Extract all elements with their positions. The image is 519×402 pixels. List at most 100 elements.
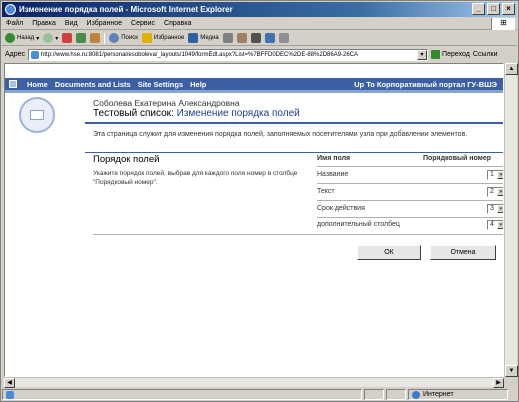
form-divider bbox=[93, 234, 503, 235]
column-header-order: Порядковый номер bbox=[423, 155, 491, 162]
row-divider bbox=[317, 200, 503, 201]
home-icon[interactable] bbox=[90, 33, 101, 43]
globe-icon bbox=[412, 390, 420, 399]
section-title: Порядок полей bbox=[93, 154, 160, 165]
sharepoint-top-nav: Home Documents and Lists Site Settings H… bbox=[5, 78, 503, 90]
search-icon bbox=[109, 33, 120, 43]
field-row: Текст 2 ▾ bbox=[317, 187, 503, 199]
column-header-name: Имя поля bbox=[317, 155, 351, 162]
toolbar-separator bbox=[104, 32, 106, 44]
refresh-icon[interactable] bbox=[76, 33, 87, 43]
nav-band bbox=[5, 90, 503, 93]
site-logo bbox=[19, 97, 55, 133]
user-name: Соболева Екатерина Александровна bbox=[93, 98, 240, 108]
horizontal-scrollbar[interactable]: ◀ ▶ bbox=[4, 377, 504, 388]
close-button[interactable]: × bbox=[502, 3, 515, 15]
page-title: Тестовый список: Изменение порядка полей bbox=[93, 108, 300, 119]
menu-edit[interactable]: Правка bbox=[32, 20, 56, 27]
field-name: Название bbox=[317, 171, 349, 178]
address-bar: Адрес http://www.hse.ru:8081/personal/es… bbox=[2, 47, 517, 62]
status-text bbox=[2, 389, 362, 400]
go-button[interactable]: Переход bbox=[431, 50, 470, 59]
section-description: Укажите порядок полей, выбрав для каждог… bbox=[93, 170, 298, 186]
address-input[interactable]: http://www.hse.ru:8081/personal/esobolev… bbox=[28, 48, 429, 61]
chevron-down-icon: ▾ bbox=[497, 221, 503, 229]
cancel-button[interactable]: Отмена bbox=[430, 245, 496, 260]
chevron-down-icon[interactable]: ▾ bbox=[417, 49, 428, 60]
status-cell bbox=[386, 389, 406, 400]
title-bar: Изменение порядка полей - Microsoft Inte… bbox=[2, 2, 517, 17]
security-zone: Интернет bbox=[408, 389, 508, 400]
window-title: Изменение порядка полей - Microsoft Inte… bbox=[19, 5, 233, 14]
chevron-down-icon: ▾ bbox=[55, 35, 59, 42]
field-name: дополнительный столбец bbox=[317, 221, 400, 228]
menu-favorites[interactable]: Избранное bbox=[87, 20, 122, 27]
page-description: Эта страница служит для изменения порядк… bbox=[93, 131, 468, 138]
print-icon[interactable] bbox=[250, 33, 261, 43]
menu-view[interactable]: Вид bbox=[65, 20, 78, 27]
media-icon bbox=[188, 33, 199, 43]
window-controls: _ □ × bbox=[472, 3, 515, 15]
field-row: дополнительный столбец 4 ▾ bbox=[317, 220, 503, 232]
order-select[interactable]: 1 ▾ bbox=[487, 170, 503, 180]
toolbar: Назад ▾ ▾ Поиск Избранное Медиа bbox=[2, 31, 517, 46]
order-select[interactable]: 2 ▾ bbox=[487, 187, 503, 197]
site-icon bbox=[9, 80, 17, 88]
favorites-button[interactable]: Избранное bbox=[141, 33, 184, 43]
forward-arrow-icon bbox=[43, 33, 54, 43]
field-name: Текст bbox=[317, 188, 335, 195]
status-bar: Интернет bbox=[2, 388, 517, 401]
title-divider bbox=[85, 122, 503, 124]
go-arrow-icon bbox=[431, 50, 441, 59]
back-button[interactable]: Назад ▾ bbox=[5, 33, 39, 43]
field-row: Срок действия 3 ▾ bbox=[317, 204, 503, 216]
search-button[interactable]: Поиск bbox=[109, 33, 138, 43]
mail-icon[interactable] bbox=[236, 33, 247, 43]
chevron-down-icon: ▾ bbox=[497, 171, 503, 179]
ie-icon bbox=[5, 4, 16, 15]
back-arrow-icon bbox=[5, 33, 15, 43]
chevron-down-icon: ▾ bbox=[36, 35, 40, 42]
maximize-button[interactable]: □ bbox=[487, 3, 500, 15]
scroll-down-icon[interactable]: ▼ bbox=[505, 365, 518, 377]
row-divider bbox=[317, 217, 503, 218]
star-icon bbox=[141, 33, 152, 43]
links-button[interactable]: Ссылки bbox=[473, 51, 498, 58]
discuss-icon[interactable] bbox=[278, 33, 289, 43]
section-divider bbox=[85, 152, 503, 153]
minimize-button[interactable]: _ bbox=[472, 3, 485, 15]
page-heading: Изменение порядка полей bbox=[176, 108, 300, 119]
browser-window: Изменение порядка полей - Microsoft Inte… bbox=[0, 0, 519, 402]
field-row: Название 1 ▾ bbox=[317, 170, 503, 182]
status-cell bbox=[364, 389, 384, 400]
scroll-right-icon[interactable]: ▶ bbox=[493, 378, 504, 388]
media-button[interactable]: Медиа bbox=[188, 33, 219, 43]
nav-site-settings[interactable]: Site Settings bbox=[138, 80, 183, 89]
menu-help[interactable]: Справка bbox=[164, 20, 191, 27]
nav-home[interactable]: Home bbox=[27, 80, 48, 89]
order-select[interactable]: 4 ▾ bbox=[487, 220, 503, 230]
nav-help[interactable]: Help bbox=[190, 80, 206, 89]
edit-icon[interactable] bbox=[264, 33, 275, 43]
vertical-scrollbar[interactable]: ▲ ▼ bbox=[504, 63, 518, 377]
field-name: Срок действия bbox=[317, 205, 365, 212]
stop-icon[interactable] bbox=[62, 33, 73, 43]
menu-tools[interactable]: Сервис bbox=[131, 20, 155, 27]
page-icon bbox=[31, 50, 40, 59]
row-divider bbox=[317, 183, 503, 184]
menu-file[interactable]: Файл bbox=[6, 20, 23, 27]
ok-button[interactable]: ОК bbox=[357, 245, 421, 260]
chevron-down-icon: ▾ bbox=[497, 205, 503, 213]
page-content: Home Documents and Lists Site Settings H… bbox=[4, 63, 504, 377]
list-name: Тестовый список: bbox=[93, 108, 174, 119]
scroll-left-icon[interactable]: ◀ bbox=[4, 378, 15, 388]
nav-documents-and-lists[interactable]: Documents and Lists bbox=[55, 80, 131, 89]
order-select[interactable]: 3 ▾ bbox=[487, 204, 503, 214]
up-to-portal-link[interactable]: Up To Корпоративный портал ГУ-ВШЭ bbox=[354, 80, 497, 89]
windows-logo-icon: ⊞ bbox=[491, 18, 515, 30]
forward-button[interactable]: ▾ bbox=[43, 33, 58, 43]
chevron-down-icon: ▾ bbox=[497, 188, 503, 196]
row-divider bbox=[317, 166, 503, 167]
scroll-up-icon[interactable]: ▲ bbox=[505, 63, 518, 75]
history-icon[interactable] bbox=[222, 33, 233, 43]
